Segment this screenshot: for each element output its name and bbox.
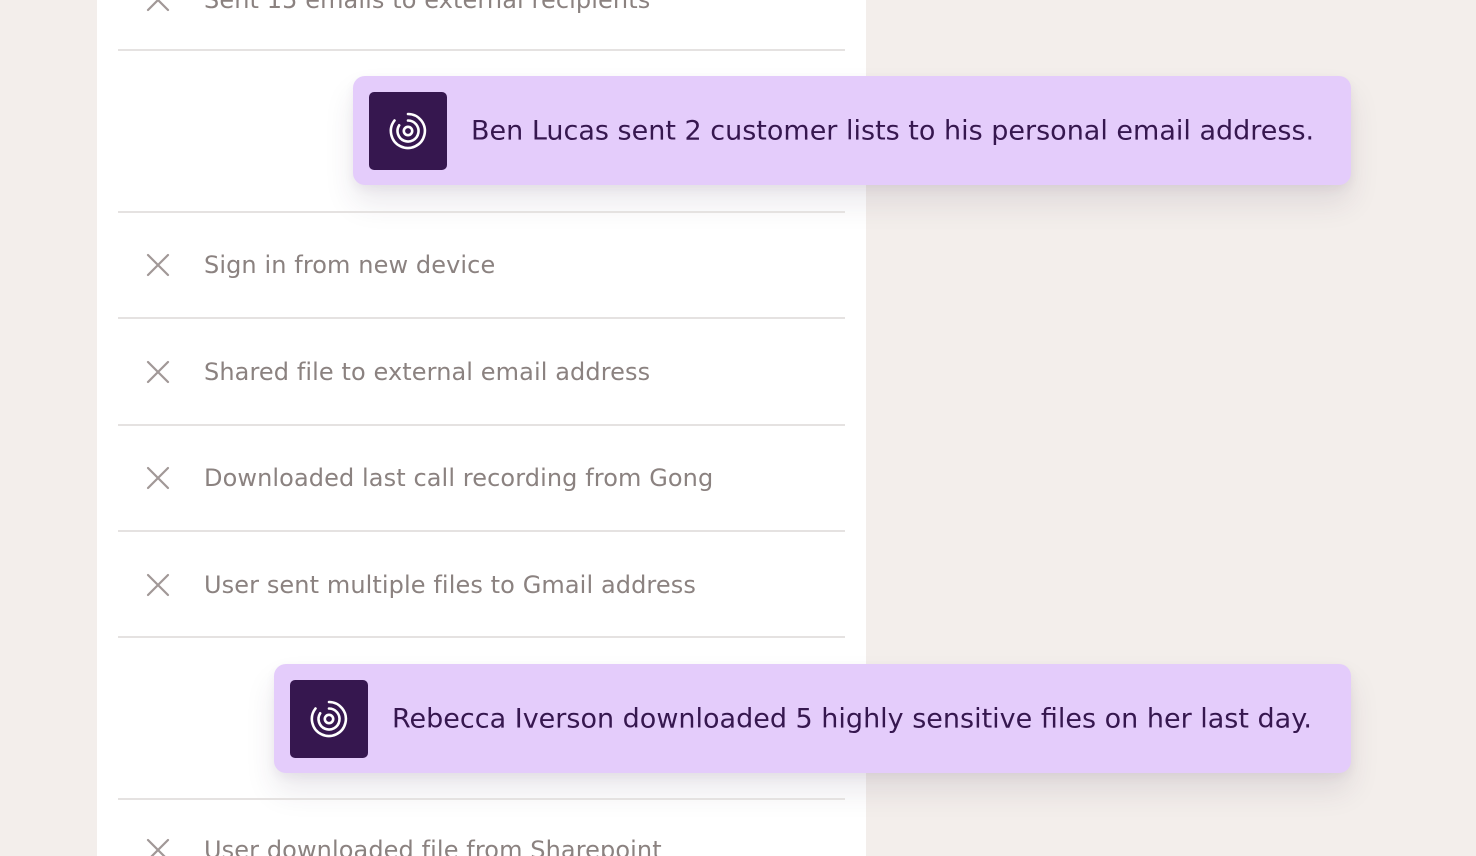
close-icon[interactable] <box>146 0 170 12</box>
list-item-label: User downloaded file from Sharepoint <box>204 836 662 856</box>
close-icon[interactable] <box>146 838 170 856</box>
close-icon[interactable] <box>146 573 170 597</box>
alert-message: Rebecca Iverson downloaded 5 highly sens… <box>392 703 1312 734</box>
row-divider <box>118 530 845 532</box>
list-item[interactable]: Sent 15 emails to external recipients <box>118 0 845 30</box>
list-item-label: Shared file to external email address <box>204 358 651 386</box>
list-item-label: Sign in from new device <box>204 251 496 279</box>
row-divider <box>118 211 845 213</box>
list-item[interactable]: Downloaded last call recording from Gong <box>118 448 845 508</box>
close-icon[interactable] <box>146 253 170 277</box>
list-item-label: Sent 15 emails to external recipients <box>204 0 651 14</box>
list-item-label: User sent multiple files to Gmail addres… <box>204 571 696 599</box>
list-item-label: Downloaded last call recording from Gong <box>204 464 714 492</box>
row-divider <box>118 49 845 51</box>
radar-target-icon <box>369 92 447 170</box>
row-divider <box>118 424 845 426</box>
row-divider <box>118 798 845 800</box>
close-icon[interactable] <box>146 466 170 490</box>
alert-card[interactable]: Rebecca Iverson downloaded 5 highly sens… <box>274 664 1351 773</box>
activity-feed-stage: Sent 15 emails to external recipients Be… <box>0 0 1476 856</box>
list-item[interactable]: User downloaded file from Sharepoint <box>118 820 845 856</box>
list-item[interactable]: Shared file to external email address <box>118 342 845 402</box>
alert-message: Ben Lucas sent 2 customer lists to his p… <box>471 115 1315 146</box>
row-divider <box>118 317 845 319</box>
list-item[interactable]: Sign in from new device <box>118 235 845 295</box>
radar-target-icon <box>290 680 368 758</box>
list-item[interactable]: User sent multiple files to Gmail addres… <box>118 555 845 615</box>
row-divider <box>118 636 845 638</box>
close-icon[interactable] <box>146 360 170 384</box>
alert-card[interactable]: Ben Lucas sent 2 customer lists to his p… <box>353 76 1351 185</box>
